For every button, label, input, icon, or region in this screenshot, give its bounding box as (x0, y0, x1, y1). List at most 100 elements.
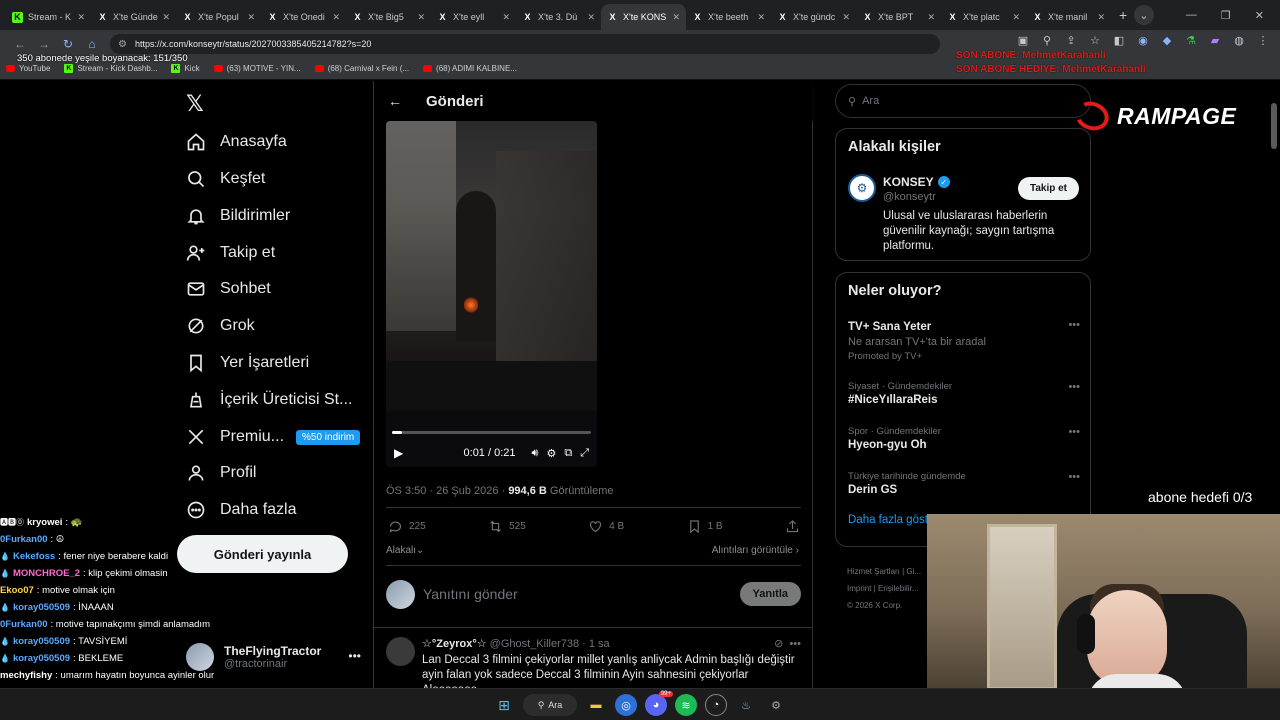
browser-tab[interactable]: X X'te platc ✕ (941, 4, 1026, 30)
play-icon[interactable]: ▶ (394, 446, 403, 460)
close-tab-icon[interactable]: ✕ (842, 12, 850, 23)
nav-item-user[interactable]: Profil (186, 458, 256, 488)
browser-tab[interactable]: X X'te Günde ✕ (91, 4, 176, 30)
bookmark-item[interactable]: K Kick (171, 64, 200, 73)
nav-item-grok[interactable]: Grok (186, 311, 255, 341)
twitch-extension-icon[interactable]: ▰ (1208, 34, 1222, 47)
footer-line[interactable]: Imprint | Erişilebilir... (847, 580, 921, 597)
browser-tab[interactable]: X X'te Popul ✕ (176, 4, 261, 30)
maximize-button[interactable]: ❐ (1221, 9, 1231, 22)
sort-relevant-dropdown[interactable]: Alakalı⌄ (386, 545, 424, 556)
browser-tab[interactable]: X X'te KONS ✕ (601, 4, 686, 30)
browser-tab[interactable]: X X'te beeth ✕ (686, 4, 771, 30)
footer-line[interactable]: Hizmet Şartları | Gi... (847, 563, 921, 580)
nav-item-mail[interactable]: Sohbet (186, 274, 271, 304)
nav-item-creator-studio[interactable]: İçerik Üreticisi St... (186, 385, 352, 415)
close-tab-icon[interactable]: ✕ (162, 12, 170, 23)
install-app-icon[interactable]: ▣ (1016, 34, 1030, 47)
chrome-icon[interactable]: ◎ (615, 694, 637, 716)
close-tab-icon[interactable]: ✕ (332, 12, 340, 23)
chat-username[interactable]: 0Furkan00 (0, 616, 48, 633)
settings-icon[interactable]: ⚙ (546, 447, 556, 460)
close-tab-icon[interactable]: ✕ (672, 12, 680, 23)
view-quotes-link[interactable]: Alıntıları görüntüle › (712, 545, 799, 556)
tab-search-button[interactable]: ⌄ (1133, 5, 1154, 25)
video-player[interactable]: ▶ 0:01 / 0:21 🔊︎ ⚙ ⧉ ⤢ (386, 121, 597, 467)
follow-button[interactable]: Takip et (1017, 177, 1079, 200)
extension-icon[interactable]: ◧ (1112, 34, 1126, 47)
file-explorer-icon[interactable]: ▬ (585, 694, 607, 716)
avatar[interactable] (386, 637, 415, 666)
chat-username[interactable]: koray050509 (13, 650, 70, 667)
bookmark-item[interactable]: (63) MOTIVE - YIN... (213, 64, 301, 73)
obs-icon[interactable]: ◔ (705, 694, 727, 716)
close-tab-icon[interactable]: ✕ (927, 12, 935, 23)
windows-start-icon[interactable]: ⊞ (493, 694, 515, 716)
browser-tab[interactable]: X X'te BPT ✕ (856, 4, 941, 30)
nav-item-search[interactable]: Keşfet (186, 164, 265, 194)
close-tab-icon[interactable]: ✕ (757, 12, 765, 23)
more-options-icon[interactable]: ••• (1068, 471, 1080, 483)
browser-tab[interactable]: X X'te manil ✕ (1026, 4, 1111, 30)
menu-icon[interactable]: ⋮ (1256, 34, 1270, 47)
discord-icon[interactable]: ◕ 99+ (645, 691, 673, 716)
close-tab-icon[interactable]: ✕ (502, 12, 510, 23)
close-tab-icon[interactable]: ✕ (1097, 12, 1105, 23)
browser-tab[interactable]: X X'te 3. Dü ✕ (516, 4, 601, 30)
chat-username[interactable]: koray050509 (13, 599, 70, 616)
video-progress-bar[interactable] (392, 431, 591, 434)
trend-item[interactable]: Siyaset · Gündemdekiler #NiceYıllaraReis •… (848, 381, 1080, 406)
more-options-icon[interactable]: ••• (348, 649, 361, 663)
like-action[interactable]: 4 B (588, 519, 624, 534)
nav-item-bell[interactable]: Bildirimler (186, 201, 290, 231)
close-tab-icon[interactable]: ✕ (587, 12, 595, 23)
chat-username[interactable]: Ekoo07 (0, 582, 34, 599)
zoom-icon[interactable]: ⚲ (1040, 34, 1054, 47)
bookmark-item[interactable]: (68) ADIMI KALBINE... (423, 64, 517, 73)
nav-item-add-user[interactable]: Takip et (186, 238, 275, 268)
bookmark-star-icon[interactable]: ☆ (1088, 34, 1102, 47)
show-more-link[interactable]: Daha fazla göster (848, 514, 938, 526)
close-tab-icon[interactable]: ✕ (77, 12, 85, 23)
new-tab-button[interactable]: + (1119, 7, 1127, 23)
bookmark-action[interactable]: 1 B (687, 519, 723, 534)
close-tab-icon[interactable]: ✕ (247, 12, 255, 23)
url-input[interactable]: ⚙ https://x.com/konseytr/status/20270033… (110, 34, 940, 54)
chat-username[interactable]: 0Furkan00 (0, 531, 48, 548)
more-options-icon[interactable]: ••• (1068, 381, 1080, 393)
premium-discount-badge[interactable]: %50 indirim (296, 429, 361, 445)
browser-tab[interactable]: X X'te Onedi ✕ (261, 4, 346, 30)
chat-username[interactable]: MONCHROE_2 (13, 565, 80, 582)
trend-item[interactable]: Spor · Gündemdekiler Hyeon-gyu Oh ••• (848, 426, 1080, 451)
reply-input[interactable]: Yanıtını gönder (423, 586, 740, 602)
audio-extension-icon[interactable]: ◉ (1136, 34, 1150, 47)
forward-icon[interactable]: → (32, 37, 56, 51)
bookmark-item[interactable]: YouTube (6, 64, 50, 73)
x-logo-icon[interactable]: 𝕏 (186, 91, 204, 117)
post-timestamp[interactable]: ÖS 3:50 · 26 Şub 2026 · (386, 485, 508, 497)
chat-username[interactable]: Kekefoss (13, 548, 55, 565)
back-icon[interactable]: ← (8, 37, 32, 51)
close-window-button[interactable]: ✕ (1255, 9, 1264, 22)
bookmark-item[interactable]: (68) Carnival x Fein (... (314, 64, 409, 73)
reply-author-name[interactable]: ☆°Zeyrox°☆ (422, 638, 487, 650)
reply-action[interactable]: 225 (388, 519, 426, 534)
chat-username[interactable]: mechyfishy (0, 667, 52, 684)
profile-icon[interactable]: ◍ (1232, 34, 1246, 47)
bookmark-item[interactable]: K Stream - Kick Dashb... (64, 64, 157, 73)
reply-button[interactable]: Yanıtla (739, 582, 801, 606)
share-action[interactable] (785, 519, 800, 534)
browser-tab[interactable]: X X'te Big5 ✕ (346, 4, 431, 30)
home-icon[interactable]: ⌂ (80, 37, 104, 51)
trend-item[interactable]: Türkiye tarihinde gündemde Derin GS ••• (848, 471, 1080, 496)
flask-extension-icon[interactable]: ⚗ (1184, 34, 1198, 47)
scrollbar-thumb[interactable] (1271, 103, 1277, 149)
repost-action[interactable]: 525 (488, 519, 526, 534)
volume-icon[interactable]: 🔊︎ (532, 447, 539, 460)
nav-item-bookmark[interactable]: Yer İşaretleri (186, 348, 309, 378)
reload-icon[interactable]: ↻ (56, 37, 80, 51)
close-tab-icon[interactable]: ✕ (1012, 12, 1020, 23)
search-input[interactable]: ⚲ Ara (835, 84, 1091, 118)
more-options-icon[interactable]: ••• (1068, 426, 1080, 438)
more-options-icon[interactable]: ••• (1068, 319, 1080, 331)
